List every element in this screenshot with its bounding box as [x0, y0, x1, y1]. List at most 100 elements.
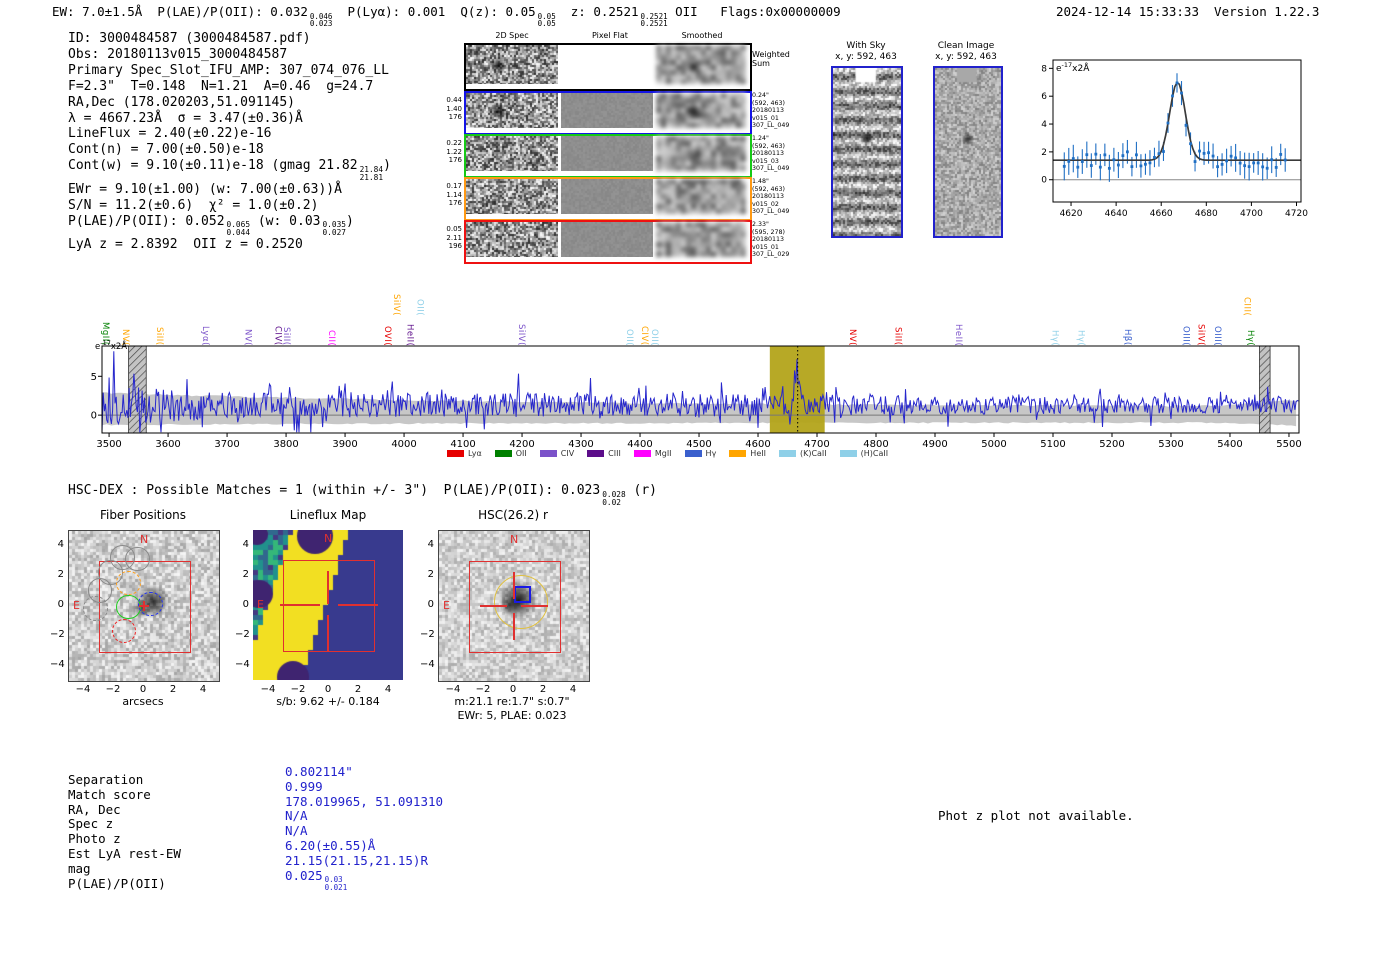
- spec2d-row: [464, 177, 752, 221]
- legend-swatch: [633, 450, 651, 457]
- x-tick-label: 3600: [155, 439, 180, 450]
- weight-value: 176: [448, 113, 462, 122]
- match-row-label: Match score: [68, 786, 151, 802]
- text-segment: EW: 7.0±1.5Å P(LAE)/P(OII): 0.032: [52, 4, 308, 19]
- fiber-xlabel: arcsecs: [122, 695, 164, 708]
- data-point: [1126, 150, 1129, 154]
- cutout-image: NE: [438, 530, 590, 682]
- compass-north: N: [510, 533, 519, 546]
- hsc-cutout-title: HSC(26.2) r: [478, 508, 548, 522]
- meta-line: (595, 278): [752, 228, 785, 236]
- stacked-uncertainty: 0.028 0.02: [602, 489, 626, 507]
- info-line: λ = 4667.23Å σ = 3.47(±0.36)Å: [68, 111, 391, 127]
- x-tick-label: −4: [260, 684, 276, 695]
- meta-line: 2.33": [752, 221, 769, 228]
- legend-label: CIV: [560, 449, 575, 458]
- spec2d-column-header: 2D Spec: [495, 31, 529, 40]
- compass-north: N: [324, 532, 333, 545]
- x-tick-label: −2: [105, 684, 121, 695]
- y-tick-label: 5: [91, 372, 97, 383]
- meta-line: 307_LL_029: [752, 251, 790, 258]
- text-segment: Primary Spec_Slot_IFU_AMP: 307_074_076_L…: [68, 62, 389, 78]
- 2d-spec-image: [466, 179, 558, 214]
- match-row-label: Separation: [68, 772, 144, 787]
- legend-label: CIII: [608, 449, 621, 458]
- match-row-value: N/A: [285, 808, 308, 823]
- text-segment: OII Flags:0x00000009: [667, 4, 841, 19]
- data-point: [1166, 121, 1170, 125]
- y-tick-label: 2: [427, 569, 434, 580]
- match-row-value: N/A: [285, 823, 308, 838]
- fiber-circle: [83, 596, 108, 621]
- line-fit-plot: 4620 4640 4660 4680 4700 4720 0 2 4 6 8: [1035, 50, 1315, 222]
- 2d-spec-image: [466, 45, 558, 84]
- legend-item: Hγ: [684, 449, 716, 458]
- weight-value: 1.40: [446, 104, 462, 113]
- text-segment: ): [383, 158, 391, 174]
- info-line: S/N = 11.2(±0.6) χ² = 1.0(±0.2): [68, 198, 391, 214]
- fiber-circle: [116, 594, 141, 620]
- weight-value: 0.17: [446, 182, 462, 190]
- data-point: [1211, 154, 1215, 158]
- line-label: SiIV(: [390, 294, 401, 316]
- x-tick-label: 3900: [332, 439, 357, 450]
- x-tick-label: 0: [324, 684, 332, 695]
- text-segment: F=2.3" T=0.148 N=1.21 A=0.46 g=24.7: [68, 78, 374, 94]
- info-line: LyA z = 2.8392 OII z = 0.2520: [68, 237, 391, 253]
- weight-value: 176: [448, 199, 462, 208]
- info-line: EWr = 9.10(±1.00) (w: 7.00(±0.63))Å: [68, 182, 391, 198]
- y-tick-label: −2: [50, 629, 65, 640]
- inset-flux-units-label: e-17x2Å: [1056, 61, 1090, 74]
- match-row-label: Est LyA rest-EW: [68, 846, 181, 861]
- text-segment: LyA z = 2.8392 OII z = 0.2520: [68, 237, 303, 253]
- legend-item: Lyα: [447, 449, 482, 458]
- full-spectrum-svg: 3500 3600 3700 3800 3900 4000 4100 4200 4300 4400…: [91, 345, 1302, 450]
- data-point: [1153, 156, 1156, 159]
- text-segment: P(Lyα): 0.001 Q(z): 0.05: [332, 4, 536, 19]
- x-tick-label: 4680: [1195, 209, 1218, 219]
- legend-label: OII: [515, 449, 527, 458]
- x-tick-label: 0: [139, 684, 147, 695]
- spectrum-legend: Lyα OII CIV CIII MgII Hγ HeII (K)CaII (H)CaII: [447, 449, 888, 458]
- header-summary: EW: 7.0±1.5Å P(LAE)/P(OII): 0.032 0.046 0.…: [52, 4, 841, 28]
- spec2d-row-weights: 0.05 2.11 196: [438, 225, 462, 251]
- data-point: [1247, 165, 1251, 169]
- stacked-uncertainty: 0.046 0.023: [309, 11, 333, 29]
- data-point: [1198, 149, 1201, 153]
- spec2d-row-meta: 0.24" (592, 463) 20180113 v015_01 307_LL_049: [752, 92, 789, 130]
- data-point: [1261, 165, 1265, 169]
- pixel-flat-image: [561, 45, 653, 84]
- spec2d-row-meta: 1.24" (592, 463) 20180113 v015_03 307_LL_049: [752, 135, 789, 173]
- smoothed-image: [656, 179, 746, 214]
- text-segment: 0.999: [285, 778, 323, 794]
- data-point: [1265, 166, 1269, 170]
- spec2d-row-weights: 0.22 1.22 176: [438, 139, 462, 165]
- line-label: CIII(: [1241, 296, 1252, 316]
- data-point: [1274, 166, 1278, 169]
- legend-item: CIII: [587, 449, 621, 458]
- legend-item: CIV: [539, 449, 575, 458]
- meta-line: (592, 463): [752, 99, 785, 107]
- x-tick-label: 5000: [981, 439, 1006, 450]
- hsc-match-header: HSC-DEX : Possible Matches = 1 (within +…: [68, 483, 657, 507]
- smoothed-image: [656, 93, 746, 128]
- data-point: [1270, 158, 1274, 162]
- data-point: [1243, 164, 1247, 168]
- x-tick-label: −2: [290, 684, 306, 695]
- text-segment: N/A: [285, 808, 308, 824]
- y-tick-label: −4: [50, 659, 65, 670]
- text-segment: z: 0.2521: [555, 4, 639, 19]
- x-tick-label: −2: [475, 684, 491, 695]
- data-point: [1171, 94, 1174, 98]
- text-segment: 6.20(±0.55)Å: [285, 838, 376, 853]
- data-point: [1189, 142, 1192, 146]
- meta-line: (592, 463): [752, 185, 785, 193]
- hsc-crosshair: [513, 572, 515, 599]
- spec2d-row: [464, 134, 752, 178]
- weight-value: 0.44: [446, 96, 462, 104]
- meta-line: v015_02: [752, 200, 779, 208]
- match-row-label: Spec z: [68, 816, 114, 832]
- lineflux-crosshair: [280, 604, 320, 606]
- data-point: [1238, 161, 1242, 165]
- hsc-crosshair: [480, 605, 507, 607]
